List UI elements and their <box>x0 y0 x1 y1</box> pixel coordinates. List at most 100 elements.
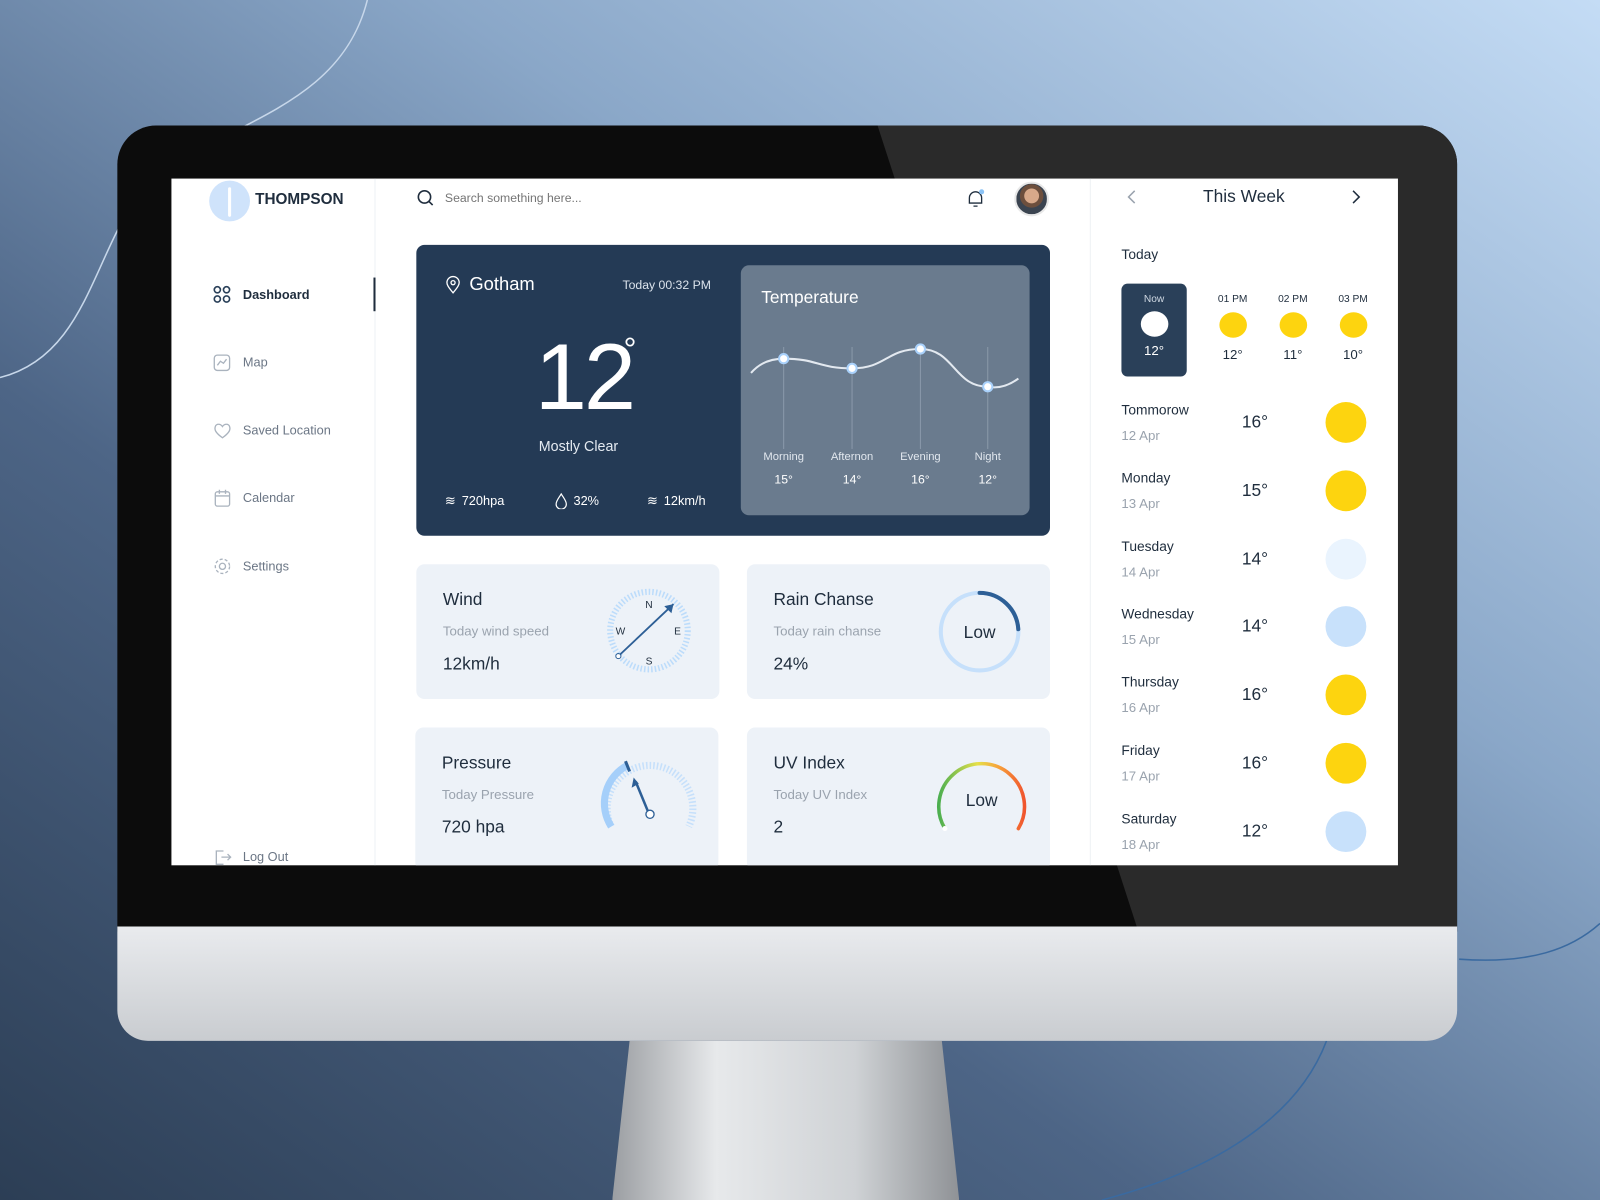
period-label: Evening <box>900 451 941 464</box>
period-label: Afternon <box>830 451 874 464</box>
svg-text:Low: Low <box>966 790 998 810</box>
day-temp: 16° <box>1241 753 1269 773</box>
logout-icon <box>215 850 232 865</box>
day-date: 12 Apr <box>1121 427 1160 443</box>
chevron-left-icon[interactable] <box>1126 189 1138 205</box>
hourly-item[interactable]: 01 PM 12° <box>1207 294 1258 362</box>
day-date: 17 Apr <box>1121 768 1160 784</box>
pressure-stat: ≋ 720hpa <box>444 493 505 509</box>
gear-icon <box>214 558 231 575</box>
condition: Mostly Clear <box>538 437 619 455</box>
day-date: 16 Apr <box>1121 700 1160 716</box>
location[interactable]: Gotham <box>445 273 535 294</box>
sun-icon <box>1325 402 1367 443</box>
period-value: 12° <box>978 472 998 487</box>
logout-button[interactable]: Log Out <box>212 847 288 865</box>
cloud-icon <box>1325 606 1367 648</box>
monitor-stand <box>612 1040 960 1200</box>
card-subtitle: Today wind speed <box>442 623 550 639</box>
hour-label: 02 PM <box>1278 293 1308 306</box>
wind-lines-icon: ≋ <box>444 493 456 509</box>
monitor-chin <box>117 926 1458 1041</box>
day-name: Saturday <box>1121 811 1177 827</box>
day-temp: 14° <box>1241 548 1269 568</box>
period-value: 14° <box>842 472 862 487</box>
day-name: Friday <box>1121 742 1160 759</box>
card-value: 24% <box>773 654 809 674</box>
card-value: 720 hpa <box>441 817 505 837</box>
card-title: Pressure <box>441 753 512 773</box>
temperature-chart-card: Temperature Morning 15° Afternon 14° Evening… <box>740 265 1030 516</box>
sun-icon <box>1140 311 1168 337</box>
card-subtitle: Today UV Index <box>773 786 868 803</box>
calendar-icon <box>214 489 231 507</box>
hourly-item[interactable]: 03 PM 10° <box>1328 294 1379 362</box>
sidebar-item-saved-location[interactable]: Saved Location <box>212 420 331 440</box>
day-date: 15 Apr <box>1121 632 1160 648</box>
period-label: Morning <box>763 451 804 464</box>
sidebar-item-map[interactable]: Map <box>212 352 268 372</box>
sidebar-item-label: Dashboard <box>242 287 310 303</box>
uv-index-card[interactable]: UV Index Today UV Index 2 Low <box>746 727 1050 866</box>
svg-text:W: W <box>616 627 626 638</box>
compass-icon: N E S W <box>607 588 691 673</box>
card-value: 2 <box>773 817 784 837</box>
temperature-point <box>914 343 927 355</box>
day-date: 14 Apr <box>1121 563 1160 580</box>
city-name: Gotham <box>469 273 535 294</box>
search-icon <box>417 189 434 206</box>
svg-text:E: E <box>674 627 681 638</box>
chevron-right-icon[interactable] <box>1350 189 1362 205</box>
pressure-gauge <box>600 760 697 829</box>
sun-icon <box>1218 312 1247 338</box>
brand-name: THOMPSON <box>255 190 344 209</box>
week-title: This Week <box>1203 186 1285 207</box>
sun-icon <box>1325 470 1367 512</box>
sun-icon <box>1325 674 1367 716</box>
temperature-chart <box>750 343 1019 449</box>
sidebar-item-calendar[interactable]: Calendar <box>212 488 295 508</box>
hour-label: 03 PM <box>1338 293 1368 306</box>
card-subtitle: Today Pressure <box>441 786 535 803</box>
grid-icon <box>213 285 231 303</box>
background: THOMPSON Dashboard Map Saved Location Ca… <box>0 0 1600 1200</box>
card-value: 12km/h <box>442 654 500 674</box>
sun-icon <box>1339 312 1367 338</box>
wind-card[interactable]: Wind Today wind speed 12km/h N E S W <box>416 564 720 699</box>
day-name: Tommorow <box>1121 402 1189 418</box>
pressure-card[interactable]: Pressure Today Pressure 720 hpa <box>415 727 719 866</box>
sidebar-item-dashboard[interactable]: Dashboard <box>212 285 309 305</box>
rain-chance-card[interactable]: Rain Chanse Today rain chanse 24% Low <box>746 564 1050 699</box>
sidebar-item-label: Map <box>242 355 268 370</box>
uv-gauge: Low <box>937 761 1027 832</box>
current-temperature: 12 <box>534 325 636 430</box>
bell-icon[interactable] <box>965 188 985 210</box>
day-name: Thursday <box>1121 674 1179 690</box>
user-avatar[interactable] <box>1014 181 1049 217</box>
current-weather-card: Gotham Today 00:32 PM 12 ° Mostly Clear … <box>416 244 1050 536</box>
search-bar[interactable] <box>416 189 752 207</box>
day-name: Monday <box>1121 470 1171 486</box>
hourly-now[interactable]: Now 12° <box>1121 283 1187 377</box>
hour-temp: 10° <box>1343 346 1364 363</box>
hour-label: 01 PM <box>1217 293 1248 306</box>
app-screen: THOMPSON Dashboard Map Saved Location Ca… <box>171 178 1398 866</box>
day-name: Tuesday <box>1121 538 1174 554</box>
day-temp: 16° <box>1241 412 1269 432</box>
cloud-icon <box>1325 538 1367 580</box>
search-input[interactable] <box>444 190 752 206</box>
day-temp: 15° <box>1241 480 1269 500</box>
day-temp: 14° <box>1241 616 1269 637</box>
logo-icon <box>209 180 250 222</box>
rain-gauge: Low <box>938 590 1021 673</box>
chart-icon <box>213 354 231 372</box>
hourly-item[interactable]: 02 PM 11° <box>1267 294 1318 362</box>
droplet-icon <box>555 492 567 510</box>
sun-icon <box>1279 312 1307 338</box>
card-title: Wind <box>442 589 483 610</box>
degree-symbol: ° <box>623 330 637 368</box>
current-time: Today 00:32 PM <box>622 277 711 292</box>
sidebar-item-settings[interactable]: Settings <box>212 556 289 576</box>
sidebar-item-label: Saved Location <box>242 423 331 438</box>
today-label: Today <box>1121 246 1159 263</box>
